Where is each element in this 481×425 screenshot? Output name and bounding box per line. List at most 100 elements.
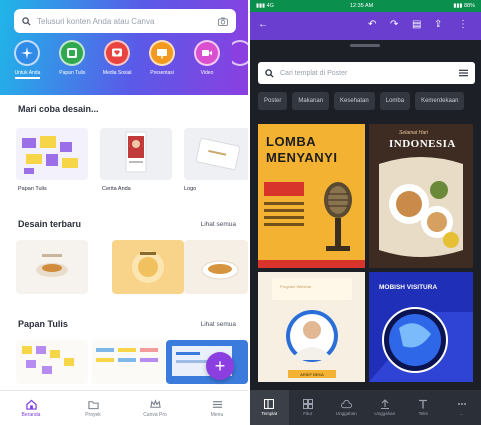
template-card-webinar[interactable]: Program Webinar ARIEF BEKA xyxy=(258,272,365,382)
speaker-portrait xyxy=(286,310,338,362)
template-card-tech[interactable]: MOBISH VISITURA xyxy=(369,272,473,382)
folder-icon xyxy=(87,400,99,409)
card-title-line2: MENYANYI xyxy=(266,150,338,165)
card-bottom-bar xyxy=(258,260,365,268)
layers-icon[interactable]: ▤ xyxy=(412,19,421,30)
battery-status: ▮▮▮ 88% xyxy=(453,3,475,9)
story-thumbnail xyxy=(125,131,147,173)
nav-uploads[interactable]: Unggahan xyxy=(366,390,405,425)
card-header-text: Program Webinar xyxy=(280,284,312,289)
recent-design-2[interactable] xyxy=(112,240,184,294)
category-social-media[interactable]: Media Sosial xyxy=(98,40,137,90)
video-icon xyxy=(194,40,220,66)
search-icon xyxy=(22,16,31,26)
back-arrow-icon[interactable]: ← xyxy=(258,19,268,30)
whiteboard-card-1[interactable] xyxy=(16,340,88,384)
recent-design-thumbnail xyxy=(36,254,68,277)
nav-uploads-cloud[interactable]: Unggahan xyxy=(327,390,366,425)
filter-chip[interactable]: Kesehatan xyxy=(334,92,375,110)
design-tile-label: Cerita Anda xyxy=(102,186,131,192)
nav-menu[interactable]: Menu xyxy=(186,391,248,425)
design-tile-story[interactable] xyxy=(100,128,172,180)
logo-thumbnail xyxy=(195,137,241,171)
whiteboard-thumbnail xyxy=(22,136,78,174)
nav-more[interactable]: ... xyxy=(443,390,481,425)
recent-design-3[interactable] xyxy=(184,240,248,294)
redo-icon[interactable]: ↷ xyxy=(390,19,398,30)
nav-label: Teks xyxy=(418,411,428,416)
recent-design-thumbnail xyxy=(201,260,239,280)
category-row: Untuk Anda Papan Tulis Media Sosial Pres… xyxy=(8,40,248,90)
section-title-try-design: Mari coba desain... xyxy=(18,104,99,114)
nav-label: ... xyxy=(459,411,464,416)
nav-label: Canva Pro xyxy=(143,411,167,418)
filter-chip[interactable]: Makanan xyxy=(292,92,330,110)
search-input[interactable]: Telusuri konten Anda atau Canva xyxy=(14,9,236,33)
nav-features[interactable]: Fitur xyxy=(289,390,328,425)
more-options-icon[interactable]: ⋮ xyxy=(458,19,468,30)
design-tile-label: Logo xyxy=(184,186,197,192)
card-title: INDONESIA xyxy=(389,138,456,150)
whiteboard-icon xyxy=(59,40,86,66)
category-whiteboard[interactable]: Papan Tulis xyxy=(53,40,92,90)
food-photo-frame xyxy=(379,157,463,257)
filter-chip[interactable]: Kemerdekaan xyxy=(415,92,465,110)
more-icon xyxy=(457,403,466,405)
recent-design-1[interactable] xyxy=(16,240,88,294)
nav-label: Unggahan xyxy=(335,410,357,416)
nav-home[interactable]: Beranda xyxy=(0,391,62,425)
design-tile-logo[interactable] xyxy=(184,128,248,180)
status-time: 12:35 AM xyxy=(350,3,374,9)
signal-status: ▮▮▮ 4G xyxy=(256,3,274,9)
nav-projects[interactable]: Proyek xyxy=(62,391,124,425)
sparkle-icon xyxy=(14,40,41,66)
category-presentation[interactable]: Presentasi xyxy=(143,40,182,90)
category-label: Media Sosial xyxy=(102,70,132,76)
presentation-icon xyxy=(149,40,176,66)
undo-icon[interactable]: ↶ xyxy=(368,19,376,30)
category-more[interactable] xyxy=(232,40,248,90)
card-text-lines xyxy=(264,202,304,230)
menu-icon xyxy=(212,400,222,408)
grid-icon xyxy=(302,399,313,409)
filter-icon[interactable] xyxy=(459,69,468,77)
template-card-indonesia[interactable]: Selamat Hari INDONESIA xyxy=(369,124,473,268)
see-all-whiteboards-link[interactable]: Lihat semua xyxy=(201,321,236,328)
card-info-block xyxy=(264,182,304,196)
microphone-icon xyxy=(324,182,352,251)
filter-chip[interactable]: Lomba xyxy=(379,92,411,110)
template-search-input[interactable]: Cari templat di Poster xyxy=(258,62,475,84)
speaker-name: ARIEF BEKA xyxy=(288,370,336,378)
crown-icon xyxy=(149,398,161,408)
cloud-icon xyxy=(340,399,352,408)
template-card-singing-contest[interactable]: LOMBA MENYANYI xyxy=(258,124,365,268)
search-placeholder: Cari templat di Poster xyxy=(280,69,348,77)
status-bar: ▮▮▮ 4G 12:35 AM ▮▮▮ 88% xyxy=(250,0,481,12)
camera-icon[interactable] xyxy=(218,17,228,26)
design-tile-label: Papan Tulis xyxy=(18,186,47,192)
filter-chip[interactable]: Poster xyxy=(258,92,288,110)
section-title-recent: Desain terbaru xyxy=(18,219,82,229)
nav-templates[interactable]: Templat xyxy=(250,390,289,425)
whiteboard-card-2[interactable] xyxy=(92,340,164,384)
section-title-whiteboards: Papan Tulis xyxy=(18,319,68,329)
share-icon[interactable]: ⇪ xyxy=(434,19,442,30)
nav-label: Beranda xyxy=(21,411,41,418)
nav-canva-pro[interactable]: Canva Pro xyxy=(124,391,186,425)
create-design-button[interactable]: + xyxy=(206,352,234,380)
nav-text[interactable]: Teks xyxy=(404,390,443,425)
whiteboard-card-thumbnail xyxy=(22,346,74,374)
nav-label: Proyek xyxy=(85,411,101,418)
see-all-recent-link[interactable]: Lihat semua xyxy=(201,221,236,228)
search-icon xyxy=(265,68,274,78)
category-label: Untuk Anda xyxy=(14,70,41,79)
category-video[interactable]: Video xyxy=(188,40,227,90)
design-tile-whiteboard[interactable] xyxy=(16,128,88,180)
template-icon xyxy=(264,399,275,409)
card-header-box: Program Webinar xyxy=(272,278,352,300)
category-for-you[interactable]: Untuk Anda xyxy=(8,40,47,90)
heart-icon xyxy=(104,40,131,66)
category-label: Papan Tulis xyxy=(59,70,86,76)
sheet-drag-handle[interactable] xyxy=(350,44,380,47)
upload-icon xyxy=(380,399,389,409)
